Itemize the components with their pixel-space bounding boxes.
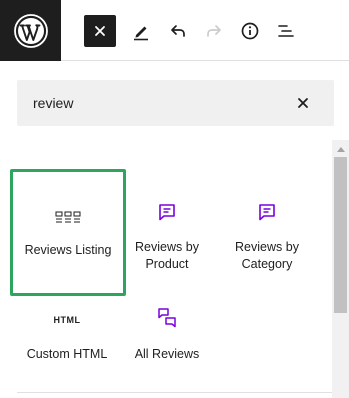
details-button[interactable] bbox=[234, 15, 266, 47]
block-reviews-by-product[interactable]: Reviews by Product bbox=[110, 170, 224, 296]
tools-button[interactable] bbox=[125, 15, 157, 47]
divider bbox=[17, 392, 332, 393]
block-label: Reviews Listing bbox=[24, 243, 112, 257]
block-label: All Reviews bbox=[134, 347, 200, 361]
block-search bbox=[17, 80, 334, 126]
close-icon bbox=[298, 98, 308, 108]
block-label: Reviews by Category bbox=[235, 240, 299, 271]
comments-icon bbox=[110, 306, 224, 330]
reviews-listing-icon bbox=[13, 206, 123, 230]
scroll-up-arrow-icon[interactable] bbox=[332, 140, 349, 157]
undo-icon bbox=[171, 25, 185, 37]
editor-toolbar bbox=[0, 0, 349, 61]
wordpress-logo-icon[interactable] bbox=[0, 0, 61, 61]
comment-icon bbox=[210, 200, 324, 224]
scrollbar-thumb[interactable] bbox=[334, 157, 347, 313]
close-icon bbox=[95, 26, 105, 36]
close-block-inserter-button[interactable] bbox=[84, 15, 116, 47]
block-label: Custom HTML bbox=[26, 347, 108, 361]
block-reviews-by-category[interactable]: Reviews by Category bbox=[210, 170, 324, 296]
comment-icon bbox=[110, 200, 224, 224]
undo-button[interactable] bbox=[162, 15, 194, 47]
list-view-icon bbox=[278, 25, 294, 37]
block-search-input[interactable] bbox=[17, 80, 277, 126]
html-icon: HTML bbox=[10, 308, 124, 332]
results-scrollbar[interactable] bbox=[332, 140, 349, 398]
list-view-button[interactable] bbox=[270, 15, 302, 47]
info-icon bbox=[241, 22, 259, 40]
block-all-reviews[interactable]: All Reviews bbox=[110, 280, 224, 398]
block-results: Reviews Listing Reviews by Product Revie… bbox=[0, 140, 332, 398]
block-reviews-listing[interactable]: Reviews Listing bbox=[10, 169, 126, 296]
redo-button[interactable] bbox=[198, 15, 230, 47]
html-icon-glyph: HTML bbox=[53, 315, 81, 325]
clear-search-button[interactable] bbox=[292, 92, 314, 114]
redo-icon bbox=[207, 25, 221, 37]
block-label: Reviews by Product bbox=[135, 240, 199, 271]
pencil-icon bbox=[134, 26, 148, 41]
block-custom-html[interactable]: HTML Custom HTML bbox=[10, 280, 124, 398]
